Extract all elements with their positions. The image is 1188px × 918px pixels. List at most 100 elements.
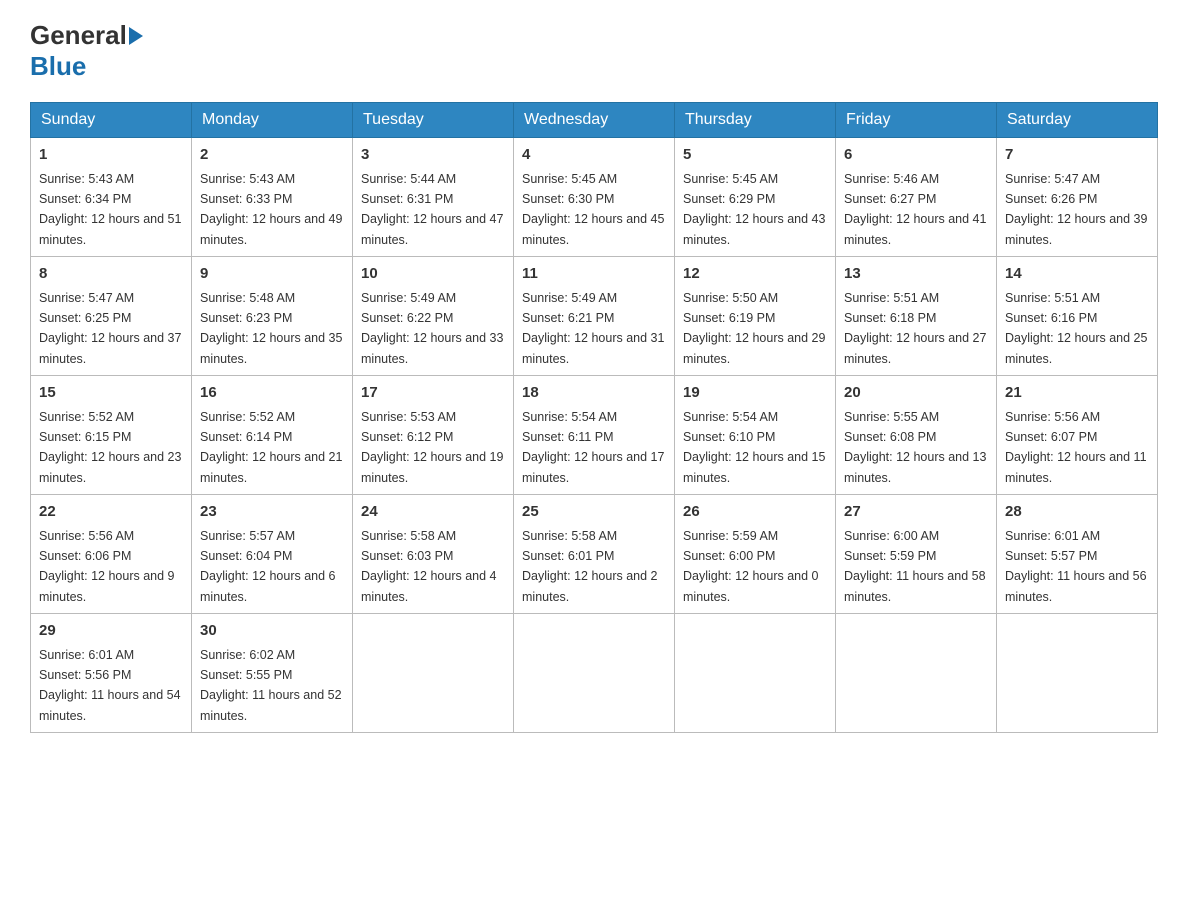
calendar-day-cell: 26 Sunrise: 5:59 AMSunset: 6:00 PMDaylig… <box>675 495 836 614</box>
day-number: 12 <box>683 263 827 286</box>
calendar-day-cell: 12 Sunrise: 5:50 AMSunset: 6:19 PMDaylig… <box>675 257 836 376</box>
day-number: 2 <box>200 144 344 167</box>
day-info: Sunrise: 5:47 AMSunset: 6:26 PMDaylight:… <box>1005 172 1147 247</box>
logo-general-text: General <box>30 20 127 51</box>
calendar-day-cell: 2 Sunrise: 5:43 AMSunset: 6:33 PMDayligh… <box>192 138 353 257</box>
day-info: Sunrise: 6:01 AMSunset: 5:57 PMDaylight:… <box>1005 529 1147 604</box>
calendar-day-cell: 27 Sunrise: 6:00 AMSunset: 5:59 PMDaylig… <box>836 495 997 614</box>
day-number: 7 <box>1005 144 1149 167</box>
calendar-day-cell <box>353 614 514 733</box>
day-info: Sunrise: 5:47 AMSunset: 6:25 PMDaylight:… <box>39 291 181 366</box>
day-info: Sunrise: 5:46 AMSunset: 6:27 PMDaylight:… <box>844 172 986 247</box>
day-info: Sunrise: 5:49 AMSunset: 6:21 PMDaylight:… <box>522 291 664 366</box>
day-number: 18 <box>522 382 666 405</box>
day-info: Sunrise: 5:50 AMSunset: 6:19 PMDaylight:… <box>683 291 825 366</box>
day-number: 5 <box>683 144 827 167</box>
day-info: Sunrise: 5:56 AMSunset: 6:06 PMDaylight:… <box>39 529 175 604</box>
calendar-day-cell: 7 Sunrise: 5:47 AMSunset: 6:26 PMDayligh… <box>997 138 1158 257</box>
day-info: Sunrise: 6:01 AMSunset: 5:56 PMDaylight:… <box>39 648 181 723</box>
day-number: 9 <box>200 263 344 286</box>
day-number: 6 <box>844 144 988 167</box>
logo-triangle-icon <box>129 27 143 45</box>
day-of-week-header: Thursday <box>675 103 836 138</box>
day-info: Sunrise: 5:43 AMSunset: 6:34 PMDaylight:… <box>39 172 181 247</box>
day-number: 17 <box>361 382 505 405</box>
calendar-week-row: 15 Sunrise: 5:52 AMSunset: 6:15 PMDaylig… <box>31 376 1158 495</box>
logo: General Blue <box>30 20 145 82</box>
calendar-day-cell: 20 Sunrise: 5:55 AMSunset: 6:08 PMDaylig… <box>836 376 997 495</box>
day-info: Sunrise: 5:59 AMSunset: 6:00 PMDaylight:… <box>683 529 819 604</box>
calendar-week-row: 1 Sunrise: 5:43 AMSunset: 6:34 PMDayligh… <box>31 138 1158 257</box>
calendar-day-cell: 17 Sunrise: 5:53 AMSunset: 6:12 PMDaylig… <box>353 376 514 495</box>
calendar-day-cell: 11 Sunrise: 5:49 AMSunset: 6:21 PMDaylig… <box>514 257 675 376</box>
calendar-day-cell: 22 Sunrise: 5:56 AMSunset: 6:06 PMDaylig… <box>31 495 192 614</box>
calendar-day-cell <box>836 614 997 733</box>
day-number: 28 <box>1005 501 1149 524</box>
calendar-week-row: 8 Sunrise: 5:47 AMSunset: 6:25 PMDayligh… <box>31 257 1158 376</box>
day-of-week-header: Monday <box>192 103 353 138</box>
day-info: Sunrise: 5:45 AMSunset: 6:29 PMDaylight:… <box>683 172 825 247</box>
day-of-week-header: Sunday <box>31 103 192 138</box>
calendar-day-cell: 30 Sunrise: 6:02 AMSunset: 5:55 PMDaylig… <box>192 614 353 733</box>
day-info: Sunrise: 5:55 AMSunset: 6:08 PMDaylight:… <box>844 410 986 485</box>
day-number: 23 <box>200 501 344 524</box>
day-info: Sunrise: 5:56 AMSunset: 6:07 PMDaylight:… <box>1005 410 1147 485</box>
day-info: Sunrise: 5:49 AMSunset: 6:22 PMDaylight:… <box>361 291 503 366</box>
day-number: 16 <box>200 382 344 405</box>
day-number: 21 <box>1005 382 1149 405</box>
day-info: Sunrise: 5:57 AMSunset: 6:04 PMDaylight:… <box>200 529 336 604</box>
day-info: Sunrise: 5:53 AMSunset: 6:12 PMDaylight:… <box>361 410 503 485</box>
day-number: 24 <box>361 501 505 524</box>
calendar-day-cell: 9 Sunrise: 5:48 AMSunset: 6:23 PMDayligh… <box>192 257 353 376</box>
calendar-day-cell: 18 Sunrise: 5:54 AMSunset: 6:11 PMDaylig… <box>514 376 675 495</box>
day-number: 15 <box>39 382 183 405</box>
day-info: Sunrise: 6:00 AMSunset: 5:59 PMDaylight:… <box>844 529 986 604</box>
calendar-day-cell: 14 Sunrise: 5:51 AMSunset: 6:16 PMDaylig… <box>997 257 1158 376</box>
calendar-table: SundayMondayTuesdayWednesdayThursdayFrid… <box>30 102 1158 733</box>
calendar-day-cell: 16 Sunrise: 5:52 AMSunset: 6:14 PMDaylig… <box>192 376 353 495</box>
day-number: 29 <box>39 620 183 643</box>
calendar-day-cell <box>997 614 1158 733</box>
day-of-week-header: Friday <box>836 103 997 138</box>
day-info: Sunrise: 5:58 AMSunset: 6:01 PMDaylight:… <box>522 529 658 604</box>
day-number: 27 <box>844 501 988 524</box>
calendar-week-row: 22 Sunrise: 5:56 AMSunset: 6:06 PMDaylig… <box>31 495 1158 614</box>
day-info: Sunrise: 5:45 AMSunset: 6:30 PMDaylight:… <box>522 172 664 247</box>
calendar-day-cell: 10 Sunrise: 5:49 AMSunset: 6:22 PMDaylig… <box>353 257 514 376</box>
day-number: 14 <box>1005 263 1149 286</box>
day-number: 4 <box>522 144 666 167</box>
calendar-day-cell: 21 Sunrise: 5:56 AMSunset: 6:07 PMDaylig… <box>997 376 1158 495</box>
calendar-day-cell <box>675 614 836 733</box>
day-number: 13 <box>844 263 988 286</box>
calendar-day-cell: 15 Sunrise: 5:52 AMSunset: 6:15 PMDaylig… <box>31 376 192 495</box>
day-number: 22 <box>39 501 183 524</box>
day-number: 19 <box>683 382 827 405</box>
calendar-week-row: 29 Sunrise: 6:01 AMSunset: 5:56 PMDaylig… <box>31 614 1158 733</box>
page-header: General Blue <box>30 20 1158 82</box>
day-info: Sunrise: 5:52 AMSunset: 6:14 PMDaylight:… <box>200 410 342 485</box>
day-info: Sunrise: 5:54 AMSunset: 6:11 PMDaylight:… <box>522 410 664 485</box>
calendar-day-cell: 6 Sunrise: 5:46 AMSunset: 6:27 PMDayligh… <box>836 138 997 257</box>
calendar-day-cell: 4 Sunrise: 5:45 AMSunset: 6:30 PMDayligh… <box>514 138 675 257</box>
day-number: 25 <box>522 501 666 524</box>
day-info: Sunrise: 5:44 AMSunset: 6:31 PMDaylight:… <box>361 172 503 247</box>
calendar-day-cell: 13 Sunrise: 5:51 AMSunset: 6:18 PMDaylig… <box>836 257 997 376</box>
day-info: Sunrise: 5:51 AMSunset: 6:16 PMDaylight:… <box>1005 291 1147 366</box>
calendar-day-cell: 19 Sunrise: 5:54 AMSunset: 6:10 PMDaylig… <box>675 376 836 495</box>
day-info: Sunrise: 5:43 AMSunset: 6:33 PMDaylight:… <box>200 172 342 247</box>
calendar-day-cell: 28 Sunrise: 6:01 AMSunset: 5:57 PMDaylig… <box>997 495 1158 614</box>
day-info: Sunrise: 5:48 AMSunset: 6:23 PMDaylight:… <box>200 291 342 366</box>
logo-blue-text: Blue <box>30 51 86 82</box>
calendar-day-cell: 24 Sunrise: 5:58 AMSunset: 6:03 PMDaylig… <box>353 495 514 614</box>
day-info: Sunrise: 5:51 AMSunset: 6:18 PMDaylight:… <box>844 291 986 366</box>
day-number: 3 <box>361 144 505 167</box>
day-of-week-header: Wednesday <box>514 103 675 138</box>
day-info: Sunrise: 5:58 AMSunset: 6:03 PMDaylight:… <box>361 529 497 604</box>
calendar-header-row: SundayMondayTuesdayWednesdayThursdayFrid… <box>31 103 1158 138</box>
day-info: Sunrise: 6:02 AMSunset: 5:55 PMDaylight:… <box>200 648 342 723</box>
day-of-week-header: Saturday <box>997 103 1158 138</box>
day-number: 10 <box>361 263 505 286</box>
day-info: Sunrise: 5:52 AMSunset: 6:15 PMDaylight:… <box>39 410 181 485</box>
calendar-day-cell: 3 Sunrise: 5:44 AMSunset: 6:31 PMDayligh… <box>353 138 514 257</box>
calendar-day-cell: 29 Sunrise: 6:01 AMSunset: 5:56 PMDaylig… <box>31 614 192 733</box>
